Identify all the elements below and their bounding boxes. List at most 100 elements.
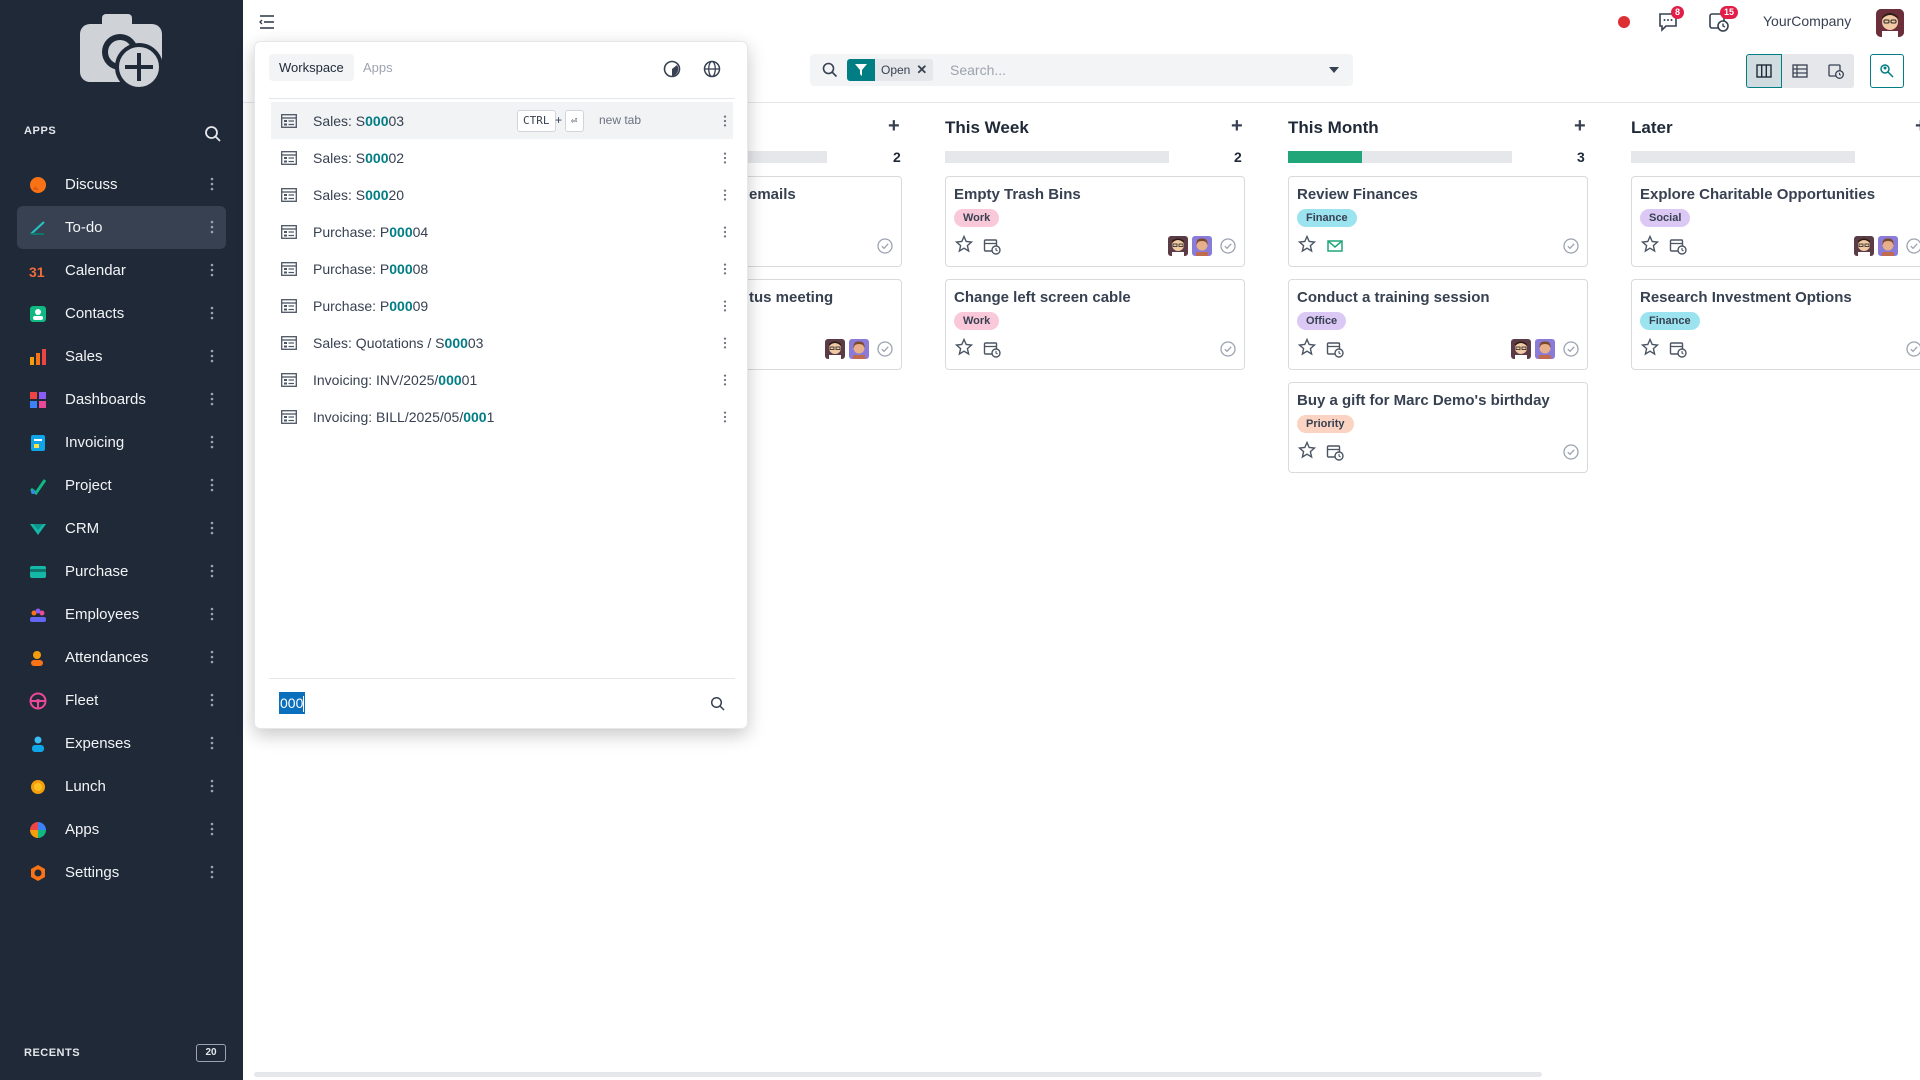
sidebar-item-sales[interactable]: Sales — [17, 335, 226, 378]
more-vertical-icon[interactable] — [723, 336, 727, 350]
tab-workspace[interactable]: Workspace — [269, 54, 354, 81]
activity-view-button[interactable] — [1818, 54, 1854, 88]
more-vertical-icon[interactable] — [210, 692, 214, 708]
more-vertical-icon[interactable] — [723, 373, 727, 387]
palette-result-item[interactable]: Sales: S00003 CTRL + ⏎ new tab — [271, 102, 733, 139]
assignee-avatar[interactable] — [825, 339, 845, 359]
company-switcher[interactable]: YourCompany — [1763, 13, 1851, 29]
mark-done-icon[interactable] — [877, 238, 893, 254]
more-vertical-icon[interactable] — [723, 410, 727, 424]
sidebar-item-dashboards[interactable]: Dashboards — [17, 378, 226, 421]
star-icon[interactable] — [1297, 440, 1317, 459]
quick-create-button[interactable]: + — [1915, 115, 1920, 138]
kanban-card[interactable]: Buy a gift for Marc Demo's birthday Prior… — [1288, 382, 1588, 473]
schedule-activity-icon[interactable] — [1326, 443, 1344, 461]
palette-result-item[interactable]: Invoicing: INV/2025/00001 — [271, 361, 733, 398]
sidebar-item-settings[interactable]: Settings — [17, 851, 226, 894]
search-icon[interactable] — [710, 696, 726, 712]
more-vertical-icon[interactable] — [210, 735, 214, 751]
assignee-avatar[interactable] — [1192, 236, 1212, 256]
assignee-avatar[interactable] — [1854, 236, 1874, 256]
more-vertical-icon[interactable] — [723, 299, 727, 313]
more-vertical-icon[interactable] — [723, 262, 727, 276]
sidebar-item-calendar[interactable]: 31 Calendar — [17, 249, 226, 292]
schedule-activity-icon[interactable] — [1326, 340, 1344, 358]
column-title[interactable]: This Week — [945, 118, 1029, 138]
column-title[interactable]: This Month — [1288, 118, 1379, 138]
kanban-card[interactable]: Explore Charitable Opportunities Social — [1631, 176, 1920, 267]
palette-search-input[interactable]: 000 — [279, 692, 306, 714]
assignee-avatar[interactable] — [1168, 236, 1188, 256]
column-progress-bar[interactable] — [748, 151, 827, 163]
more-vertical-icon[interactable] — [210, 563, 214, 579]
mark-done-icon[interactable] — [1220, 238, 1236, 254]
more-vertical-icon[interactable] — [723, 151, 727, 165]
kanban-view-button[interactable] — [1746, 54, 1782, 88]
assignee-avatar[interactable] — [849, 339, 869, 359]
column-progress-bar[interactable] — [1288, 151, 1512, 163]
sidebar-item-project[interactable]: Project — [17, 464, 226, 507]
sidebar-item-fleet[interactable]: Fleet — [17, 679, 226, 722]
more-vertical-icon[interactable] — [210, 262, 214, 278]
schedule-activity-icon[interactable] — [983, 340, 1001, 358]
kanban-card[interactable]: Conduct a training session Office — [1288, 279, 1588, 370]
recording-indicator[interactable] — [1618, 16, 1630, 28]
star-icon[interactable] — [954, 337, 974, 356]
schedule-activity-icon[interactable] — [1669, 340, 1687, 358]
sidebar-item-employees[interactable]: Employees — [17, 593, 226, 636]
search-icon[interactable] — [822, 62, 838, 78]
sidebar-item-discuss[interactable]: Discuss — [17, 163, 226, 206]
more-vertical-icon[interactable] — [210, 434, 214, 450]
column-progress-bar[interactable] — [1631, 151, 1855, 163]
palette-result-item[interactable]: Purchase: P00009 — [271, 287, 733, 324]
sidebar-item-expenses[interactable]: Expenses — [17, 722, 226, 765]
mail-activity-icon[interactable] — [1326, 237, 1344, 255]
horizontal-scrollbar[interactable] — [254, 1072, 1542, 1077]
palette-result-item[interactable]: Sales: Quotations / S00003 — [271, 324, 733, 361]
sidebar-item-apps[interactable]: Apps — [17, 808, 226, 851]
chatter-toggle-button[interactable] — [1870, 54, 1904, 88]
schedule-activity-icon[interactable] — [983, 237, 1001, 255]
search-bar[interactable]: Open ✕ Search... — [810, 54, 1353, 86]
more-vertical-icon[interactable] — [210, 778, 214, 794]
history-icon[interactable] — [662, 59, 682, 79]
tab-apps[interactable]: Apps — [363, 60, 393, 75]
mark-done-icon[interactable] — [1563, 341, 1579, 357]
mark-done-icon[interactable] — [877, 341, 893, 357]
palette-result-item[interactable]: Sales: S00020 — [271, 176, 733, 213]
kanban-card[interactable]: Research Investment Options Finance — [1631, 279, 1920, 370]
sidebar-item-lunch[interactable]: Lunch — [17, 765, 226, 808]
more-vertical-icon[interactable] — [210, 520, 214, 536]
globe-icon[interactable] — [702, 59, 722, 79]
star-icon[interactable] — [954, 234, 974, 253]
sidebar-item-contacts[interactable]: Contacts — [17, 292, 226, 335]
column-title[interactable]: Later — [1631, 118, 1673, 138]
more-vertical-icon[interactable] — [210, 864, 214, 880]
assignee-avatar[interactable] — [1535, 339, 1555, 359]
search-input[interactable]: Search... — [950, 62, 1006, 78]
search-icon[interactable] — [204, 125, 222, 143]
more-vertical-icon[interactable] — [210, 477, 214, 493]
more-vertical-icon[interactable] — [210, 821, 214, 837]
menu-toggle-icon[interactable] — [258, 12, 278, 32]
sidebar-item-crm[interactable]: CRM — [17, 507, 226, 550]
kanban-card[interactable]: Empty Trash Bins Work — [945, 176, 1245, 267]
facet-remove-button[interactable]: ✕ — [916, 59, 934, 81]
star-icon[interactable] — [1640, 337, 1660, 356]
more-vertical-icon[interactable] — [723, 188, 727, 202]
column-progress-bar[interactable] — [945, 151, 1169, 163]
more-vertical-icon[interactable] — [210, 391, 214, 407]
more-vertical-icon[interactable] — [210, 606, 214, 622]
user-avatar[interactable] — [1876, 9, 1904, 37]
list-view-button[interactable] — [1782, 54, 1818, 88]
sidebar-item-purchase[interactable]: Purchase — [17, 550, 226, 593]
star-icon[interactable] — [1297, 234, 1317, 253]
assignee-avatar[interactable] — [1878, 236, 1898, 256]
mark-done-icon[interactable] — [1906, 238, 1920, 254]
mark-done-icon[interactable] — [1906, 341, 1920, 357]
search-options-toggle-icon[interactable] — [1329, 67, 1339, 73]
sidebar-item-attendances[interactable]: Attendances — [17, 636, 226, 679]
mark-done-icon[interactable] — [1563, 238, 1579, 254]
palette-result-item[interactable]: Invoicing: BILL/2025/05/0001 — [271, 398, 733, 435]
mark-done-icon[interactable] — [1220, 341, 1236, 357]
